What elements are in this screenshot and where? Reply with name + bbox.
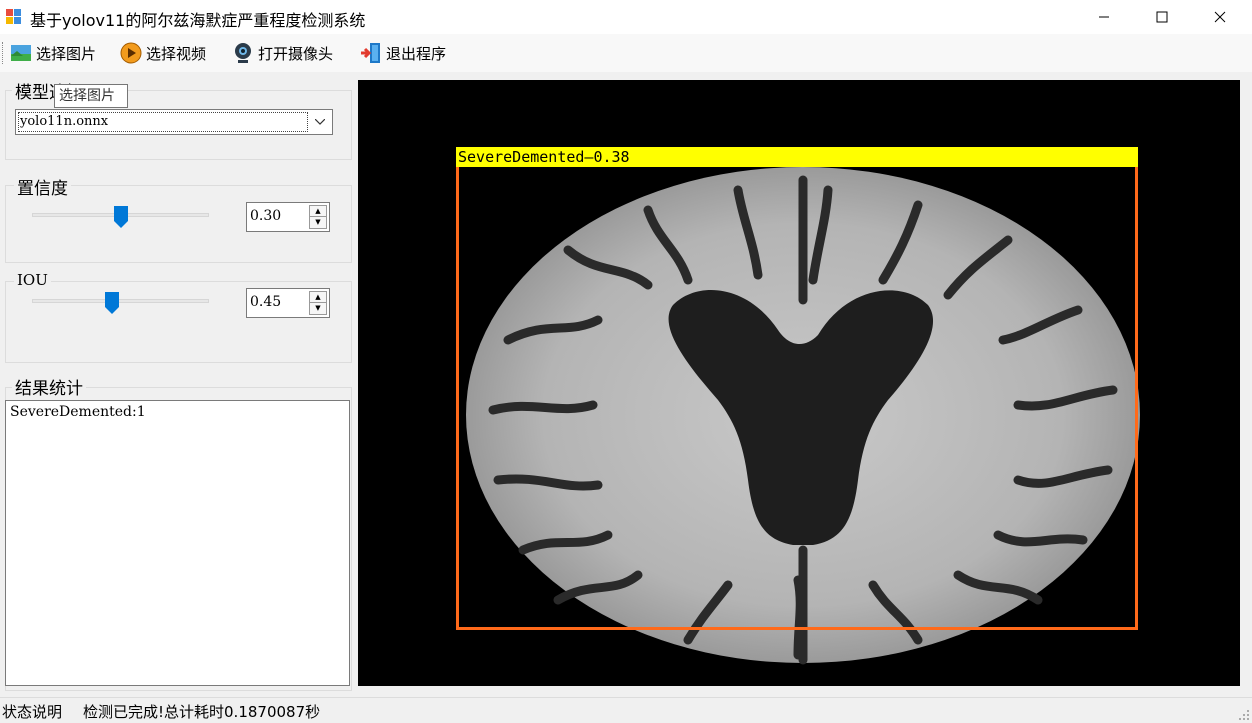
picture-icon (10, 42, 32, 64)
toolbar: 选择图片 选择视频 打开摄像头 退出程序 (0, 34, 1252, 72)
close-icon (1214, 11, 1226, 23)
model-select-value: yolo11n.onnx (18, 112, 308, 132)
model-select[interactable]: yolo11n.onnx (15, 109, 333, 135)
status-message: 检测已完成!总计耗时0.1870087秒 (83, 703, 321, 721)
confidence-spinbox[interactable]: 0.30 ▲ ▼ (246, 202, 330, 232)
window-title: 基于yolov11的阿尔兹海默症严重程度检测系统 (30, 11, 366, 30)
select-video-button[interactable]: 选择视频 (120, 40, 206, 66)
confidence-slider-thumb[interactable] (113, 206, 128, 228)
exit-program-label: 退出程序 (386, 44, 447, 63)
toolbar-grip[interactable] (2, 42, 5, 64)
maximize-icon (1156, 11, 1168, 23)
confidence-value: 0.30 (250, 208, 282, 224)
spin-up-icon[interactable]: ▲ (310, 292, 326, 303)
spin-down-icon[interactable]: ▼ (310, 217, 326, 228)
results-group-label: 结果统计 (12, 374, 86, 399)
open-camera-button[interactable]: 打开摄像头 (232, 40, 333, 66)
iou-value: 0.45 (250, 294, 282, 310)
exit-door-icon (360, 42, 382, 64)
spin-up-icon[interactable]: ▲ (310, 206, 326, 217)
play-icon (120, 42, 142, 64)
tooltip: 选择图片 (54, 84, 128, 108)
app-icon (6, 9, 22, 25)
exit-program-button[interactable]: 退出程序 (360, 40, 446, 66)
resize-grip-icon[interactable] (1238, 709, 1250, 721)
detection-box (456, 148, 1138, 630)
select-image-button[interactable]: 选择图片 (10, 40, 96, 66)
maximize-button[interactable] (1133, 0, 1191, 34)
detection-label: SevereDemented—0.38 (456, 147, 1138, 167)
iou-group-label: IOU (14, 271, 51, 289)
chevron-down-icon[interactable] (310, 112, 330, 132)
confidence-group-label: 置信度 (14, 174, 71, 199)
minimize-icon (1099, 16, 1109, 18)
minimize-button[interactable] (1075, 0, 1133, 34)
results-textbox[interactable]: SevereDemented:1 (5, 400, 350, 686)
confidence-spin-buttons[interactable]: ▲ ▼ (309, 205, 327, 229)
status-label: 状态说明 (2, 703, 63, 721)
status-bar: 状态说明 检测已完成!总计耗时0.1870087秒 (0, 697, 1252, 723)
spin-down-icon[interactable]: ▼ (310, 303, 326, 314)
iou-spin-buttons[interactable]: ▲ ▼ (309, 291, 327, 315)
iou-slider-track[interactable] (32, 299, 209, 303)
select-image-label: 选择图片 (36, 44, 97, 63)
open-camera-label: 打开摄像头 (258, 44, 334, 63)
iou-spinbox[interactable]: 0.45 ▲ ▼ (246, 288, 330, 318)
title-bar: 基于yolov11的阿尔兹海默症严重程度检测系统 (0, 0, 1252, 34)
iou-slider-thumb[interactable] (104, 292, 119, 314)
select-video-label: 选择视频 (146, 44, 207, 63)
webcam-icon (232, 42, 254, 64)
close-button[interactable] (1191, 0, 1249, 34)
results-text: SevereDemented:1 (10, 404, 146, 420)
image-display: SevereDemented—0.38 (358, 80, 1240, 686)
